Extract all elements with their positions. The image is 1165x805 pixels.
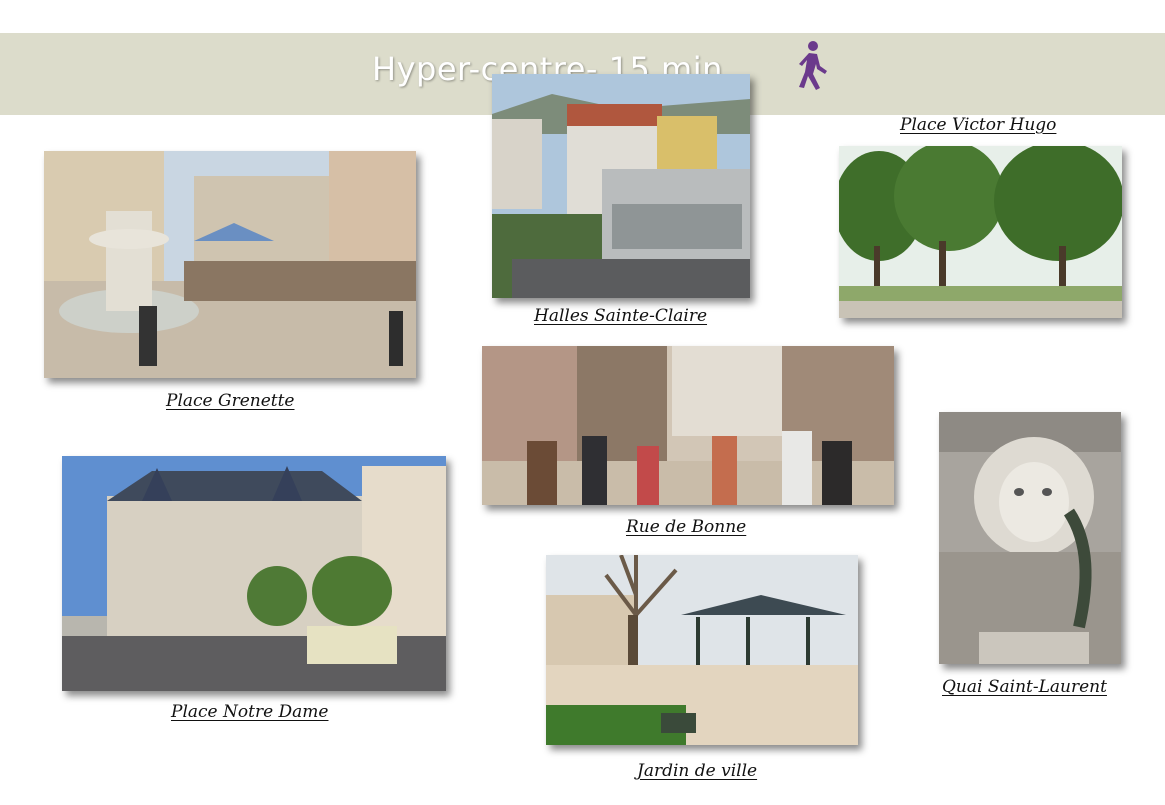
photo-halles-sainte-claire — [492, 74, 750, 298]
photo-quai-saint-laurent — [939, 412, 1121, 664]
caption-place-notre-dame: Place Notre Dame — [171, 702, 329, 722]
photo-place-victor-hugo — [839, 146, 1122, 318]
photo-rue-de-bonne — [482, 346, 894, 505]
photo-place-grenette — [44, 151, 416, 378]
caption-jardin-de-ville: Jardin de ville — [637, 761, 758, 781]
caption-halles-sainte-claire: Halles Sainte-Claire — [534, 306, 708, 326]
caption-place-grenette: Place Grenette — [166, 391, 295, 411]
caption-quai-saint-laurent: Quai Saint-Laurent — [942, 677, 1107, 697]
photo-place-notre-dame — [62, 456, 446, 691]
photo-jardin-de-ville — [546, 555, 858, 745]
walking-person-icon — [792, 40, 830, 92]
caption-rue-de-bonne: Rue de Bonne — [626, 517, 747, 537]
caption-place-victor-hugo: Place Victor Hugo — [900, 115, 1057, 135]
